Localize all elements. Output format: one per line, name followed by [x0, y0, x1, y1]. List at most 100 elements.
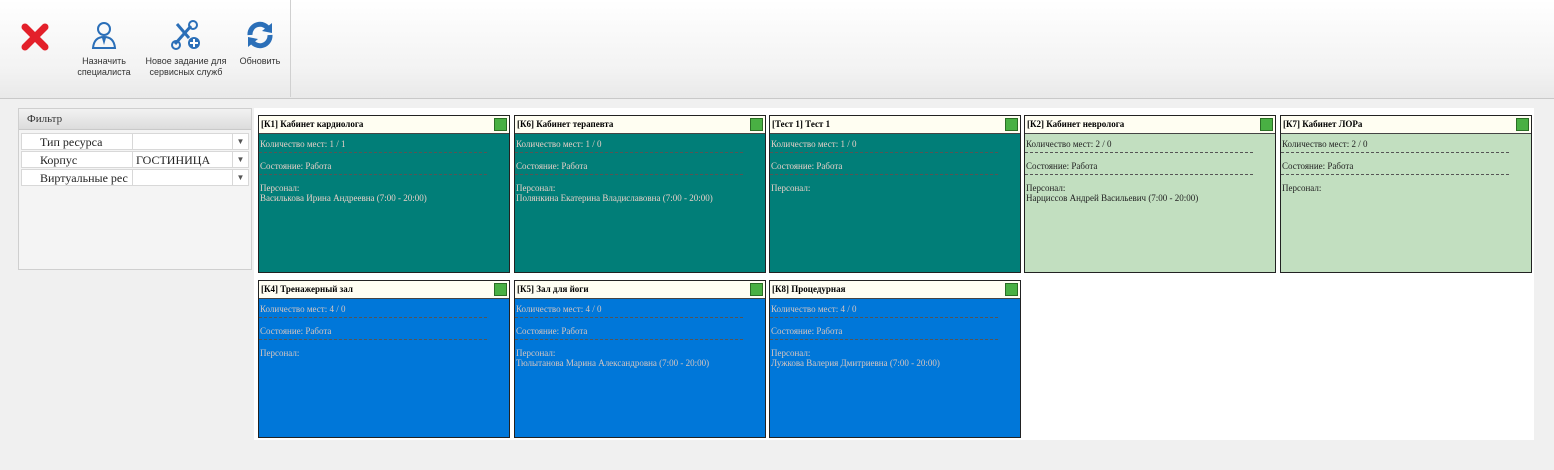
state-value: Работа	[1327, 161, 1354, 171]
divider	[1281, 174, 1509, 175]
filter-row-building[interactable]: Корпус ГОСТИНИЦА ▼	[21, 151, 251, 169]
staff-label: Персонал:	[260, 183, 300, 193]
staff-label: Персонал:	[771, 348, 811, 358]
staff-value: Лужкова Валерия Дмитриевна (7:00 - 20:00…	[771, 358, 940, 368]
filter-row-resource-type[interactable]: Тип ресурса ▼	[21, 133, 251, 151]
assign-specialist-button[interactable]: Назначить специалиста	[68, 18, 140, 78]
filter-label: Тип ресурса	[21, 133, 133, 150]
staff-label: Персонал:	[771, 183, 811, 193]
state-value: Работа	[561, 326, 588, 336]
staff-value: Тюлытанова Марина Александровна (7:00 - …	[516, 358, 710, 368]
divider	[259, 152, 487, 153]
seats-label: Количество мест:	[516, 139, 584, 149]
chevron-down-icon[interactable]: ▼	[233, 151, 249, 168]
status-square-icon	[1005, 283, 1018, 296]
seats-value: 4 / 0	[585, 304, 602, 314]
wrench-plus-icon	[171, 20, 200, 50]
chevron-down-icon[interactable]: ▼	[233, 169, 249, 186]
status-square-icon	[494, 283, 507, 296]
resource-card[interactable]: [К5] Зал для йоги Количество мест: 4 / 0…	[514, 280, 766, 438]
divider	[770, 174, 998, 175]
seats-label: Количество мест:	[260, 304, 328, 314]
divider	[259, 317, 487, 318]
filter-title: Фильтр	[19, 109, 251, 130]
refresh-icon	[247, 21, 273, 49]
resource-card[interactable]: [К8] Процедурная Количество мест: 4 / 0 …	[769, 280, 1021, 438]
card-title: [К6] Кабинет терапевта	[517, 119, 614, 129]
seats-value: 1 / 1	[329, 139, 346, 149]
status-square-icon	[750, 283, 763, 296]
toolbar: Назначить специалиста Новое задание для …	[0, 0, 1554, 99]
seats-value: 1 / 0	[840, 139, 857, 149]
close-x-icon[interactable]	[20, 22, 50, 52]
seats-value: 1 / 0	[585, 139, 602, 149]
staff-label: Персонал:	[516, 348, 556, 358]
state-label: Состояние:	[1282, 161, 1326, 171]
filter-row-virtual-resources[interactable]: Виртуальные рес ▼	[21, 169, 251, 187]
divider	[515, 339, 743, 340]
divider	[1025, 152, 1253, 153]
seats-value: 4 / 0	[329, 304, 346, 314]
card-title: [К2] Кабинет невролога	[1027, 119, 1125, 129]
card-title: [К4] Тренажерный зал	[261, 284, 353, 294]
seats-value: 2 / 0	[1351, 139, 1368, 149]
divider	[1025, 174, 1253, 175]
assign-specialist-label-2: специалиста	[77, 67, 131, 77]
resource-grid: [К1] Кабинет кардиолога Количество мест:…	[254, 108, 1534, 440]
state-label: Состояние:	[771, 161, 815, 171]
divider	[770, 317, 998, 318]
filter-panel: Фильтр Тип ресурса ▼ Корпус ГОСТИНИЦА ▼ …	[18, 108, 252, 270]
divider	[259, 339, 487, 340]
seats-label: Количество мест:	[771, 139, 839, 149]
divider	[515, 317, 743, 318]
filter-value[interactable]	[133, 169, 233, 186]
resource-card[interactable]: [Тест 1] Тест 1 Количество мест: 1 / 0 С…	[769, 115, 1021, 273]
chevron-down-icon[interactable]: ▼	[233, 133, 249, 150]
status-square-icon	[750, 118, 763, 131]
state-value: Работа	[561, 161, 588, 171]
state-label: Состояние:	[771, 326, 815, 336]
person-icon	[91, 22, 117, 49]
staff-label: Персонал:	[1026, 183, 1066, 193]
resource-card[interactable]: [К6] Кабинет терапевта Количество мест: …	[514, 115, 766, 273]
status-square-icon	[494, 118, 507, 131]
toolbar-group: Назначить специалиста Новое задание для …	[0, 0, 291, 97]
resource-card[interactable]: [К1] Кабинет кардиолога Количество мест:…	[258, 115, 510, 273]
resource-card[interactable]: [К7] Кабинет ЛОРа Количество мест: 2 / 0…	[1280, 115, 1532, 273]
staff-label: Персонал:	[1282, 183, 1322, 193]
seats-label: Количество мест:	[516, 304, 584, 314]
state-value: Работа	[816, 161, 843, 171]
filter-value[interactable]: ГОСТИНИЦА	[133, 151, 233, 168]
new-service-task-button[interactable]: Новое задание для сервисных служб	[142, 18, 230, 78]
divider	[515, 174, 743, 175]
divider	[259, 174, 487, 175]
status-square-icon	[1260, 118, 1273, 131]
staff-label: Персонал:	[260, 348, 300, 358]
new-service-task-label-1: Новое задание для	[145, 56, 227, 66]
staff-label: Персонал:	[516, 183, 556, 193]
filter-value[interactable]	[133, 133, 233, 150]
refresh-button[interactable]: Обновить	[232, 18, 288, 67]
staff-value: Полянкина Екатерина Владиславовна (7:00 …	[516, 193, 713, 203]
state-label: Состояние:	[260, 161, 304, 171]
state-value: Работа	[1071, 161, 1098, 171]
card-title: [К1] Кабинет кардиолога	[261, 119, 364, 129]
resource-card[interactable]: [К2] Кабинет невролога Количество мест: …	[1024, 115, 1276, 273]
seats-label: Количество мест:	[1282, 139, 1350, 149]
seats-label: Количество мест:	[1026, 139, 1094, 149]
staff-value: Нарциссов Андрей Васильевич (7:00 - 20:0…	[1026, 193, 1199, 203]
divider	[770, 152, 998, 153]
status-square-icon	[1516, 118, 1529, 131]
resource-card[interactable]: [К4] Тренажерный зал Количество мест: 4 …	[258, 280, 510, 438]
new-service-task-label-2: сервисных служб	[149, 67, 223, 77]
state-label: Состояние:	[1026, 161, 1070, 171]
card-title: [Тест 1] Тест 1	[772, 119, 831, 129]
divider	[515, 152, 743, 153]
divider	[770, 339, 998, 340]
seats-label: Количество мест:	[771, 304, 839, 314]
refresh-label: Обновить	[239, 56, 281, 66]
status-square-icon	[1005, 118, 1018, 131]
divider	[1281, 152, 1509, 153]
assign-specialist-label-1: Назначить	[82, 56, 126, 66]
card-title: [К5] Зал для йоги	[517, 284, 589, 294]
